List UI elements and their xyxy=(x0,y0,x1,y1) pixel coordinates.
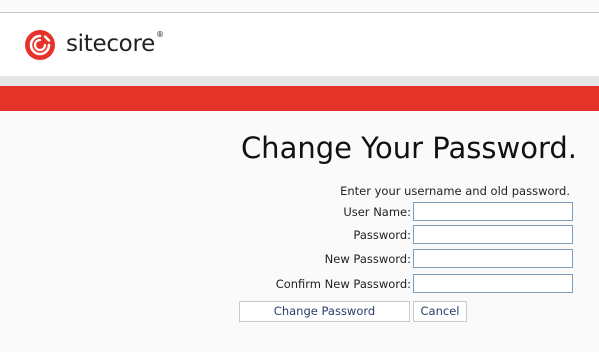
cancel-button[interactable]: Cancel xyxy=(413,301,467,322)
instructions-text: Enter your username and old password. xyxy=(340,184,570,198)
password-row: Password: xyxy=(0,225,599,245)
sitecore-logo: sitecore ® xyxy=(25,30,164,60)
new-password-label: New Password: xyxy=(324,252,411,266)
accent-bar xyxy=(0,86,599,111)
password-input[interactable] xyxy=(413,225,573,244)
username-row: User Name: xyxy=(0,202,599,222)
password-label: Password: xyxy=(353,228,411,242)
confirm-password-label: Confirm New Password: xyxy=(275,277,411,291)
page-title: Change Your Password. xyxy=(240,131,577,165)
sitecore-logo-icon xyxy=(25,30,55,60)
new-password-row: New Password: xyxy=(0,249,599,269)
change-password-button[interactable]: Change Password xyxy=(239,301,410,322)
new-password-input[interactable] xyxy=(413,249,573,268)
brand-name: sitecore xyxy=(66,31,155,57)
confirm-password-input[interactable] xyxy=(413,274,573,293)
confirm-password-row: Confirm New Password: xyxy=(0,274,599,294)
username-label: User Name: xyxy=(343,205,411,219)
registered-mark: ® xyxy=(155,29,164,39)
header: sitecore ® xyxy=(0,13,599,76)
header-divider xyxy=(0,76,599,86)
main-content: Change Your Password. Enter your usernam… xyxy=(0,111,599,352)
username-input[interactable] xyxy=(413,202,573,221)
